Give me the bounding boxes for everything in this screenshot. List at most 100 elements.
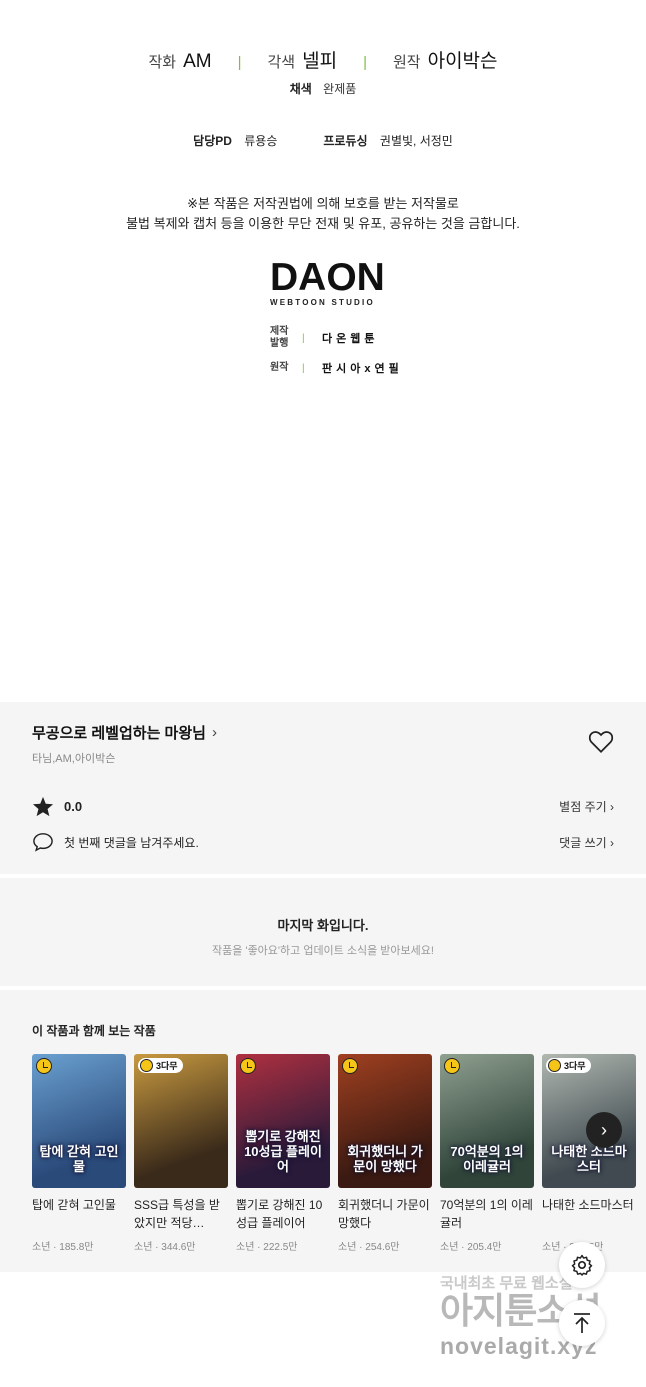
chevron-right-icon: › xyxy=(601,1119,607,1140)
recommendation-cover: 탑에 갇혀 고인물 xyxy=(32,1054,126,1188)
recommendations-section: 이 작품과 함께 보는 작품 탑에 갇혀 고인물 탑에 갇혀 고인물 소년 · 18… xyxy=(0,990,646,1272)
credit-divider: | xyxy=(237,54,242,71)
chevron-right-icon: › xyxy=(610,800,614,814)
recommendation-card[interactable]: 탑에 갇혀 고인물 탑에 갇혀 고인물 소년 · 185.8만 xyxy=(32,1054,126,1253)
credit-divider: | xyxy=(363,54,367,71)
credit-name: 완제품 xyxy=(323,82,357,96)
wait-free-badge: 3다무 xyxy=(546,1058,591,1073)
cover-title-art: 회귀했더니 가문이 망했다 xyxy=(347,1144,423,1174)
production-label-line: 발행 xyxy=(270,338,289,349)
chevron-right-icon: › xyxy=(211,724,217,741)
clock-icon xyxy=(548,1059,561,1072)
daon-logo: DAON WEBTOON STUDIO xyxy=(270,256,392,307)
site-watermark: 국내최초 무료 웹소설 아지툰소설 novelagit.xyz xyxy=(440,1272,640,1360)
credit-art: 작화 AM xyxy=(148,51,211,73)
recommendation-card[interactable]: 3다무 SSS급 특성을 받았지만 적당… 소년 · 344.6만 xyxy=(134,1054,228,1253)
rating-display: 0.0 xyxy=(32,796,82,817)
rating-row: 0.0 별점 주기 › xyxy=(32,796,614,817)
recommendation-title: 회귀했더니 가문이 망했다 xyxy=(338,1198,430,1230)
comment-prompt: 첫 번째 댓글을 남겨주세요. xyxy=(64,835,199,850)
cover-title-art: 나태한 소드마스터 xyxy=(551,1144,627,1174)
credit-name: AM xyxy=(183,51,212,72)
recommendation-title: SSS급 특성을 받았지만 적당… xyxy=(134,1198,220,1230)
clock-icon xyxy=(342,1058,358,1074)
logo-subtitle: WEBTOON STUDIO xyxy=(270,298,375,307)
credit-role: 작화 xyxy=(148,54,177,71)
credit-role: 채색 xyxy=(289,82,312,96)
credit-name: 넬피 xyxy=(302,51,338,72)
recommendation-card[interactable]: 70억분의 1의 이레귤러 70억분의 1의 이레귤러 소년 · 205.4만 xyxy=(440,1054,534,1253)
series-title-link[interactable]: 무공으로 레벨업하는 마왕님 › xyxy=(32,722,217,743)
recommendation-title: 나태한 소드마스터 xyxy=(542,1198,634,1212)
carousel-next-button[interactable]: › xyxy=(586,1112,622,1148)
credit-name: 아이박슨 xyxy=(427,51,498,72)
write-comment-label: 댓글 쓰기 xyxy=(559,835,607,850)
production-divider: | xyxy=(302,332,305,344)
credit-staff: 담당PD 류용승 프로듀싱 권별빛, 서정민 xyxy=(0,132,646,149)
comment-row: 첫 번째 댓글을 남겨주세요. 댓글 쓰기 › xyxy=(32,832,614,852)
wait-free-badge: 3다무 xyxy=(138,1058,183,1073)
production-value: 판시아x연필 xyxy=(322,363,403,375)
production-row: 제작 발행 | 다온웹툰 xyxy=(270,326,378,350)
recommendation-title: 뽑기로 강해진 10성급 플레이어 xyxy=(236,1198,323,1230)
arrow-up-icon xyxy=(574,1313,590,1333)
recommendation-meta: 소년 · 185.8만 xyxy=(32,1242,94,1253)
recommendation-card[interactable]: 3다무나태한 소드마스터나태한 소드마스터소년 · 264.5만 xyxy=(542,1054,636,1253)
recommendation-card[interactable]: 회귀했더니 가문이 망했다 회귀했더니 가문이 망했다 소년 · 254.6만 xyxy=(338,1054,432,1253)
watermark-brand: 아지툰소설 xyxy=(440,1290,602,1331)
rate-button[interactable]: 별점 주기 › xyxy=(559,798,614,815)
main-credits: 작화 AM | 각색 넬피 | 원작 아이박슨 xyxy=(0,46,646,73)
clock-icon xyxy=(36,1058,52,1074)
series-info-panel: 무공으로 레벨업하는 마왕님 › 타님,AM,아이박슨 0.0 별점 주기 › … xyxy=(0,702,646,874)
production-label: 제작 발행 xyxy=(270,326,302,350)
recommendation-card[interactable]: 뽑기로 강해진 10성급 플레이어 뽑기로 강해진 10성급 플레이어 소년 · 2… xyxy=(236,1054,330,1253)
notice-line: ※본 작품은 저작권법에 의해 보호를 받는 저작물로 xyxy=(187,196,459,211)
credit-coloring: 채색 완제품 xyxy=(0,80,646,97)
recommendation-cover: 70억분의 1의 이레귤러 xyxy=(440,1054,534,1188)
gear-icon xyxy=(571,1254,593,1276)
watermark-url: novelagit.xyz xyxy=(440,1333,598,1359)
recommendation-meta: 소년 · 254.6만 xyxy=(338,1242,400,1253)
last-episode-subtitle: 작품을 '좋아요'하고 업데이트 소식을 받아보세요! xyxy=(212,945,434,957)
credit-pd: 담당PD 류용승 xyxy=(193,132,277,149)
credits-section: 작화 AM | 각색 넬피 | 원작 아이박슨 채색 완제품 담당PD 류용승 … xyxy=(0,0,646,702)
last-episode-panel: 마지막 화입니다. 작품을 '좋아요'하고 업데이트 소식을 받아보세요! xyxy=(0,878,646,986)
clock-icon xyxy=(140,1059,153,1072)
clock-icon xyxy=(240,1058,256,1074)
recommendation-meta: 소년 · 222.5만 xyxy=(236,1242,298,1253)
series-authors: 타님,AM,아이박슨 xyxy=(32,753,116,765)
recommendation-meta: 소년 · 344.6만 xyxy=(134,1242,196,1253)
heart-icon[interactable] xyxy=(588,730,614,754)
comment-prompt-area[interactable]: 첫 번째 댓글을 남겨주세요. xyxy=(32,832,199,852)
rate-button-label: 별점 주기 xyxy=(559,800,607,814)
cover-title-art: 뽑기로 강해진 10성급 플레이어 xyxy=(244,1129,322,1174)
credit-role: 원작 xyxy=(392,54,421,71)
clock-icon xyxy=(444,1058,460,1074)
scroll-top-button[interactable] xyxy=(559,1300,605,1346)
credit-role: 각색 xyxy=(267,54,296,71)
write-comment-button[interactable]: 댓글 쓰기 › xyxy=(559,834,614,851)
production-label-line: 제작 xyxy=(270,326,289,337)
last-episode-title: 마지막 화입니다. xyxy=(277,918,369,933)
credit-original: 원작 아이박슨 xyxy=(393,46,498,73)
cover-title-art: 70억분의 1의 이레귤러 xyxy=(450,1144,524,1174)
recommendation-cover: 회귀했더니 가문이 망했다 xyxy=(338,1054,432,1188)
notice-line: 불법 복제와 캡처 등을 이용한 무단 전재 및 유포, 공유하는 것을 금합니… xyxy=(126,216,520,231)
settings-button[interactable] xyxy=(559,1242,605,1288)
production-value: 다온웹툰 xyxy=(322,333,379,345)
credit-name: 권별빛, 서정민 xyxy=(379,134,453,148)
recommendation-cover: 뽑기로 강해진 10성급 플레이어 xyxy=(236,1054,330,1188)
star-icon xyxy=(32,796,54,817)
rating-value: 0.0 xyxy=(64,799,83,814)
original-row: 원작 | 판시아x연필 xyxy=(270,360,403,376)
production-divider: | xyxy=(302,362,305,374)
credit-producing: 프로듀싱 권별빛, 서정민 xyxy=(323,132,452,149)
credit-role: 담당PD xyxy=(193,134,232,148)
credit-name: 류용승 xyxy=(244,134,278,148)
recommendations-heading: 이 작품과 함께 보는 작품 xyxy=(32,1024,156,1038)
logo-wordmark: DAON xyxy=(270,256,385,299)
badge-label: 3다무 xyxy=(156,1061,178,1071)
series-title: 무공으로 레벨업하는 마왕님 xyxy=(32,725,206,742)
copyright-notice: ※본 작품은 저작권법에 의해 보호를 받는 저작물로 불법 복제와 캡처 등을… xyxy=(0,194,646,234)
recommendation-title: 탑에 갇혀 고인물 xyxy=(32,1198,116,1212)
